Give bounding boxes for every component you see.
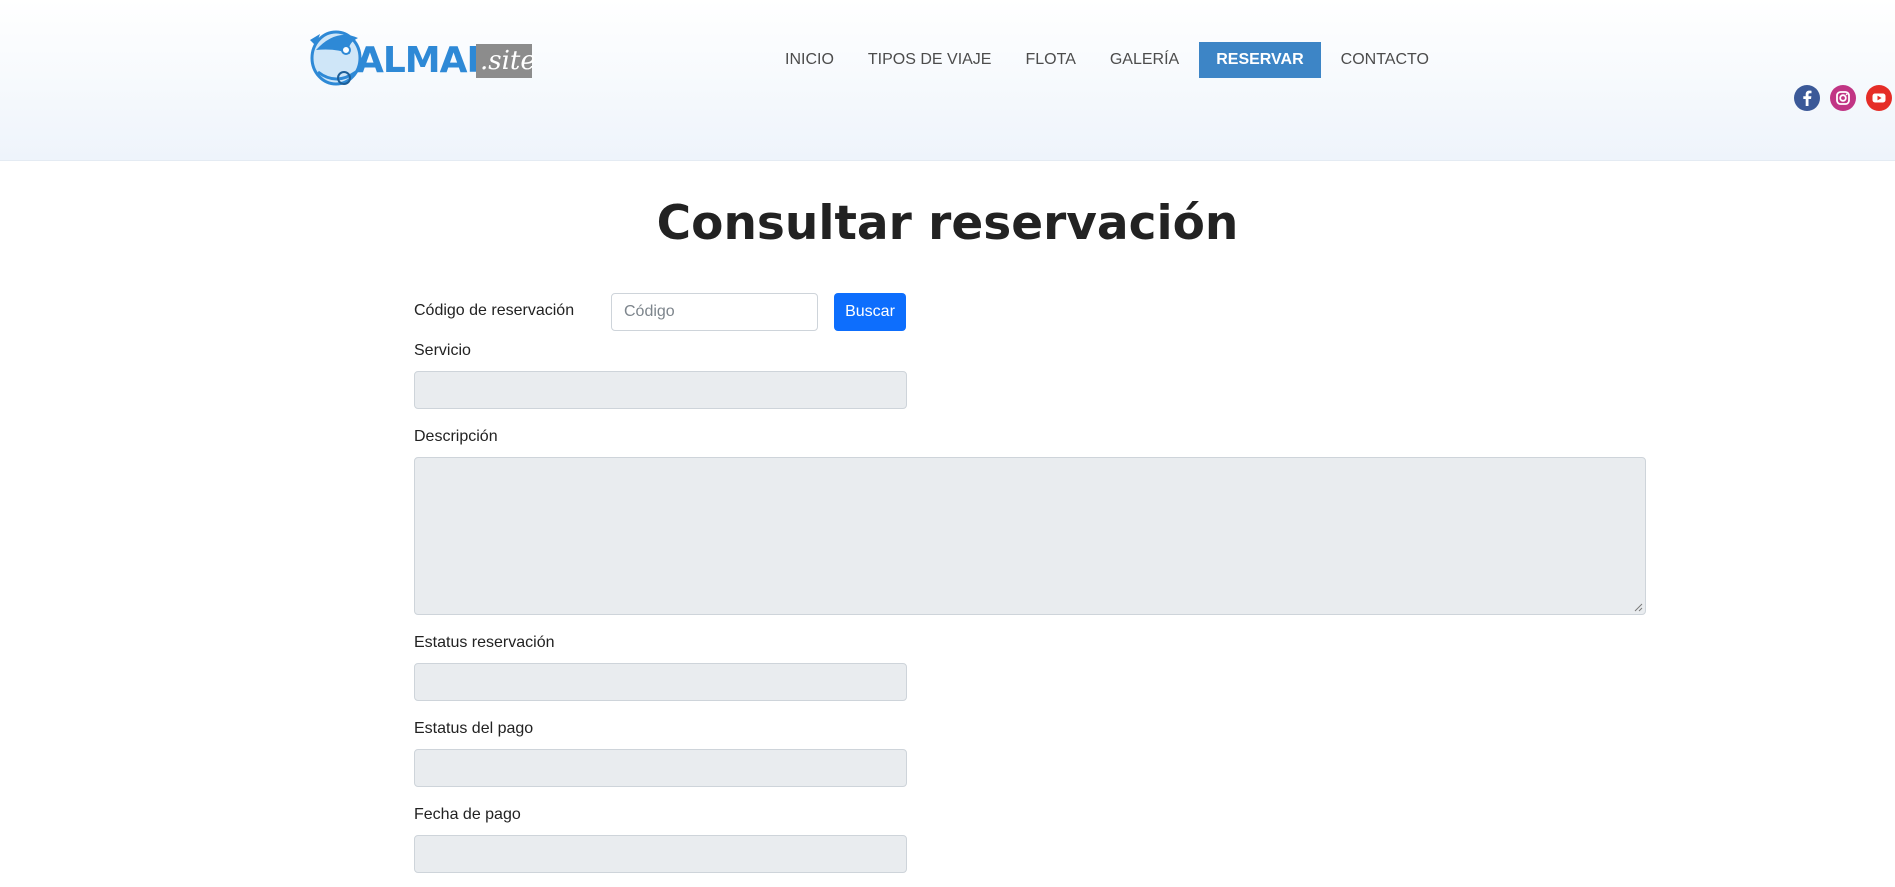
search-button[interactable]: Buscar: [834, 293, 906, 331]
main-nav: INICIO TIPOS DE VIAJE FLOTA GALERÍA RESE…: [768, 42, 1446, 78]
site-header: ALMAR .site INICIO TIPOS DE VIAJE FLOTA …: [0, 0, 1895, 161]
resize-grip-icon[interactable]: [1633, 602, 1643, 612]
youtube-icon[interactable]: [1866, 85, 1892, 111]
nav-item-galeria[interactable]: GALERÍA: [1093, 42, 1196, 78]
code-label: Código de reservación: [414, 302, 575, 319]
instagram-icon[interactable]: [1830, 85, 1856, 111]
fecha-pago-field: [414, 835, 907, 873]
nav-item-contacto[interactable]: CONTACTO: [1324, 42, 1446, 78]
nav-item-inicio[interactable]: INICIO: [768, 42, 851, 78]
estatus-reservacion-field: [414, 663, 907, 701]
facebook-icon[interactable]: [1794, 85, 1820, 111]
fecha-pago-label: Fecha de pago: [414, 806, 521, 823]
servicio-field: [414, 371, 907, 409]
descripcion-textarea: [414, 457, 1646, 615]
almar-logo[interactable]: ALMAR .site: [306, 20, 536, 92]
logo-brand-text: ALMAR: [356, 40, 494, 81]
nav-item-flota[interactable]: FLOTA: [1008, 42, 1092, 78]
estatus-pago-label: Estatus del pago: [414, 720, 534, 737]
logo-suffix-text: .site: [480, 46, 536, 76]
page-title: Consultar reservación: [656, 196, 1239, 251]
estatus-reservacion-label: Estatus reservación: [414, 634, 555, 651]
descripcion-label: Descripción: [414, 428, 498, 445]
nav-item-reservar[interactable]: RESERVAR: [1199, 42, 1321, 78]
code-input[interactable]: [611, 293, 818, 331]
servicio-label: Servicio: [414, 342, 471, 359]
nav-item-tipos-de-viaje[interactable]: TIPOS DE VIAJE: [851, 42, 1009, 78]
estatus-pago-field: [414, 749, 907, 787]
